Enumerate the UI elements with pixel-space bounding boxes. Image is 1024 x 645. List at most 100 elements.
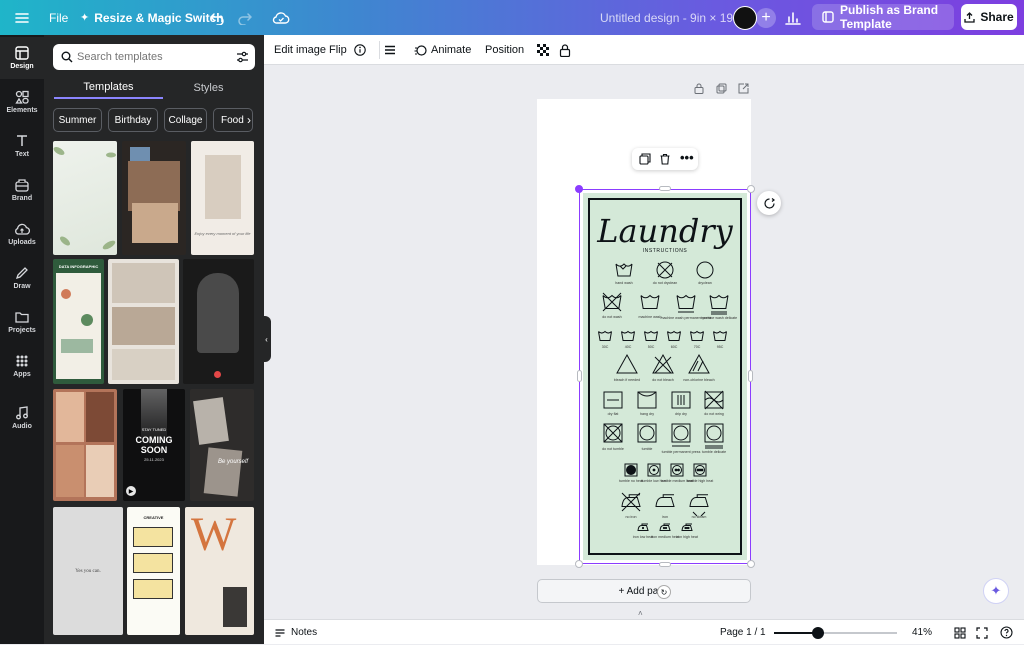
menu-icon[interactable] bbox=[14, 0, 30, 35]
thumb-coming-date: 25.11.2023 bbox=[144, 457, 164, 462]
page-add-icon[interactable] bbox=[738, 82, 749, 97]
border-style-icon[interactable] bbox=[384, 35, 396, 65]
page-duplicate-icon[interactable] bbox=[716, 82, 727, 97]
flip-button[interactable]: Flip bbox=[329, 35, 347, 65]
share-button[interactable]: Share bbox=[961, 4, 1017, 30]
more-options-icon[interactable]: ••• bbox=[680, 150, 694, 165]
cloud-saved-icon[interactable] bbox=[272, 0, 290, 35]
uploads-icon bbox=[15, 223, 30, 235]
redo-icon[interactable] bbox=[237, 0, 253, 35]
template-thumb-be-yourself[interactable]: Be yourself bbox=[190, 389, 254, 501]
resize-handle-s[interactable] bbox=[659, 562, 671, 567]
page-lock-icon[interactable] bbox=[694, 82, 704, 97]
page-indicator[interactable]: Page 1 / 1 bbox=[720, 620, 766, 645]
top-bar: File ✦ Resize & Magic Switch Untitled de… bbox=[0, 0, 1024, 35]
rail-item-text[interactable]: Text bbox=[0, 125, 44, 167]
chevron-up-icon[interactable]: ˄ bbox=[638, 609, 643, 618]
resize-handle-se[interactable] bbox=[747, 560, 755, 568]
search-icon bbox=[61, 51, 73, 63]
zoom-slider-thumb[interactable] bbox=[812, 627, 824, 639]
insights-chart-icon[interactable] bbox=[784, 0, 802, 35]
zoom-slider-track[interactable] bbox=[774, 627, 897, 639]
resize-handle-e[interactable] bbox=[748, 370, 753, 382]
help-icon[interactable] bbox=[1000, 620, 1013, 645]
add-collaborator-button[interactable]: + bbox=[756, 0, 776, 35]
rail-item-brand[interactable]: Brand bbox=[0, 169, 44, 211]
info-icon[interactable] bbox=[354, 35, 366, 65]
resize-handle-ne[interactable] bbox=[747, 185, 755, 193]
play-icon[interactable]: ▶ bbox=[126, 486, 136, 496]
lock-icon[interactable] bbox=[559, 35, 571, 65]
elements-icon bbox=[15, 90, 29, 104]
context-toolbar: Edit image Flip Animate Position bbox=[264, 35, 1024, 65]
fullscreen-icon[interactable] bbox=[976, 620, 988, 645]
template-thumb-letter-w[interactable]: W bbox=[185, 507, 254, 635]
file-menu[interactable]: File bbox=[49, 0, 68, 35]
transparency-icon[interactable] bbox=[537, 35, 550, 65]
notes-button[interactable]: Notes bbox=[274, 620, 317, 645]
publish-label: Publish as Brand Template bbox=[840, 3, 939, 31]
template-thumb-greenery[interactable] bbox=[53, 141, 117, 255]
template-search[interactable] bbox=[53, 44, 255, 70]
rail-label-design: Design bbox=[10, 63, 34, 70]
grid-view-icon[interactable] bbox=[954, 620, 966, 645]
document-title[interactable]: Untitled design - 9in × 19.5in bbox=[600, 0, 752, 35]
rail-item-design[interactable]: Design bbox=[0, 37, 44, 79]
draw-icon bbox=[15, 267, 28, 280]
undo-icon[interactable] bbox=[209, 0, 225, 35]
rail-item-uploads[interactable]: Uploads bbox=[0, 213, 44, 255]
template-thumb-coming-soon[interactable]: STAY TUNED COMING SOON 25.11.2023 ▶ bbox=[123, 389, 185, 501]
rail-item-apps[interactable]: Apps bbox=[0, 345, 44, 387]
template-thumb-portrait[interactable]: Enjoy every moment of your life bbox=[191, 141, 254, 255]
tab-styles[interactable]: Styles bbox=[156, 77, 261, 99]
edit-image-button[interactable]: Edit image bbox=[274, 35, 326, 65]
resize-handle-w[interactable] bbox=[577, 370, 582, 382]
rail-item-draw[interactable]: Draw bbox=[0, 257, 44, 299]
notes-label: Notes bbox=[291, 627, 318, 638]
rail-label-projects: Projects bbox=[8, 327, 36, 334]
filter-sliders-icon[interactable] bbox=[236, 51, 249, 63]
text-icon bbox=[17, 135, 27, 146]
collapse-panel-handle[interactable]: ‹ bbox=[262, 316, 271, 362]
resize-magic-switch-button[interactable]: ✦ Resize & Magic Switch bbox=[80, 0, 224, 35]
category-chips: Summer Birthday Collage Food bbox=[53, 108, 264, 132]
template-thumb-creative[interactable]: CREATIVE bbox=[127, 507, 180, 635]
chip-birthday[interactable]: Birthday bbox=[108, 108, 158, 132]
resize-handle-sw[interactable] bbox=[575, 560, 583, 568]
thumb-be-yourself: Be yourself bbox=[218, 459, 249, 465]
resize-label: Resize & Magic Switch bbox=[94, 10, 224, 25]
zoom-percentage[interactable]: 41% bbox=[912, 620, 932, 645]
avatar[interactable] bbox=[733, 0, 757, 35]
rotate-handle[interactable] bbox=[575, 185, 583, 193]
tab-templates[interactable]: Templates bbox=[54, 77, 163, 99]
search-input[interactable] bbox=[77, 51, 227, 63]
template-thumb-bw-camera[interactable] bbox=[183, 259, 254, 384]
rail-item-audio[interactable]: Audio bbox=[0, 397, 44, 439]
audio-icon bbox=[16, 406, 28, 420]
chevron-right-icon[interactable]: › bbox=[247, 113, 251, 127]
publish-brand-template-button[interactable]: Publish as Brand Template bbox=[812, 3, 954, 31]
refresh-icon[interactable]: ↻ bbox=[657, 585, 671, 599]
share-label: Share bbox=[980, 10, 1014, 24]
animate-button[interactable]: Animate bbox=[414, 35, 471, 65]
duplicate-icon[interactable] bbox=[639, 153, 651, 168]
rail-label-uploads: Uploads bbox=[8, 239, 36, 246]
template-thumb-infographic[interactable]: DATA INFOGRAPHIC bbox=[53, 259, 104, 384]
magic-assistant-sparkle-icon[interactable]: ✦ bbox=[983, 578, 1009, 604]
rail-item-elements[interactable]: Elements bbox=[0, 81, 44, 123]
magic-sparkle-icon: ✦ bbox=[80, 12, 90, 24]
chip-summer[interactable]: Summer bbox=[53, 108, 102, 132]
template-thumb-photo-collage[interactable] bbox=[122, 141, 186, 255]
element-context-menu: ••• bbox=[632, 148, 698, 170]
delete-trash-icon[interactable] bbox=[659, 153, 671, 168]
resize-handle-n[interactable] bbox=[659, 186, 671, 191]
chip-collage[interactable]: Collage bbox=[164, 108, 207, 132]
template-thumb-beige-collage[interactable] bbox=[108, 259, 179, 384]
rail-item-projects[interactable]: Projects bbox=[0, 301, 44, 343]
add-page-button[interactable]: + Add page bbox=[537, 579, 751, 603]
position-button[interactable]: Position bbox=[485, 35, 524, 65]
template-thumb-fashion-grid[interactable] bbox=[53, 389, 117, 501]
selection-frame bbox=[579, 189, 751, 564]
comment-refresh-button[interactable] bbox=[757, 191, 781, 215]
template-thumb-shadow[interactable]: Yes you can. bbox=[53, 507, 123, 635]
